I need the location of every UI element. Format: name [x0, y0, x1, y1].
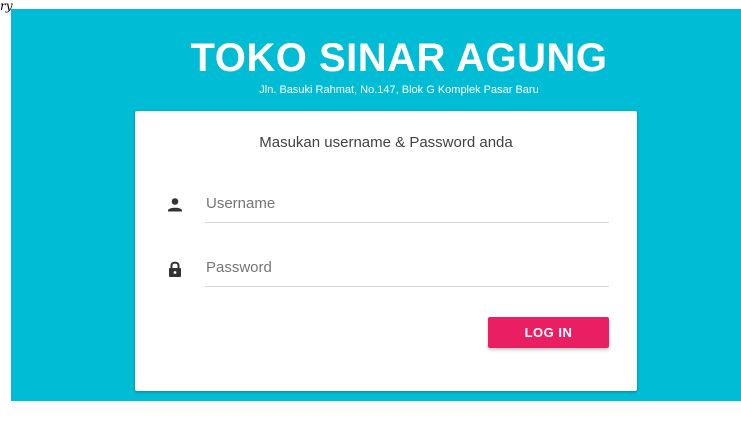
store-title: TOKO SINAR AGUNG	[190, 36, 608, 80]
lock-icon	[165, 259, 185, 279]
login-heading: Masukan username & Password anda	[259, 134, 513, 151]
login-button[interactable]: LOG IN	[488, 317, 609, 348]
login-card: Masukan username & Password anda LOG IN	[135, 111, 637, 391]
store-address: Jln. Basuki Rahmat, No.147, Blok G Kompl…	[259, 84, 539, 96]
person-icon	[165, 195, 185, 215]
username-row	[135, 185, 637, 225]
username-input[interactable]	[205, 185, 609, 223]
password-input[interactable]	[205, 249, 609, 287]
password-row	[135, 249, 637, 289]
